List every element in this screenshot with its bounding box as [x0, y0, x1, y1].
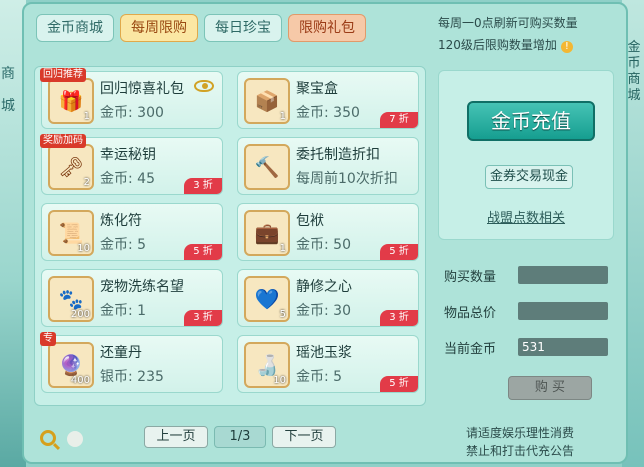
- heart-gem-icon: 💙 5: [244, 276, 290, 322]
- gift-box-icon: 🎁 1: [48, 78, 94, 124]
- next-page-button[interactable]: 下一页: [272, 426, 336, 448]
- discount-badge: 3 折: [380, 310, 418, 326]
- buy-button[interactable]: 购 买: [508, 376, 592, 400]
- tab-gold-mall[interactable]: 金币商城: [36, 14, 114, 42]
- item-name: 包袱: [296, 213, 324, 229]
- item-card[interactable]: 💙 5 静修之心 金币: 30 3 折: [237, 269, 419, 327]
- item-card[interactable]: 🍶 10 瑶池玉浆 金币: 5 5 折: [237, 335, 419, 393]
- item-qty: 200: [70, 309, 90, 320]
- item-card[interactable]: 📜 10 炼化符 金币: 5 5 折: [41, 203, 223, 261]
- discount-badge: 5 折: [184, 244, 222, 260]
- item-card[interactable]: 🔮 400 专 还童丹 银币: 235: [40, 332, 223, 393]
- preview-eye-icon[interactable]: [194, 80, 214, 92]
- item-name: 瑶池玉浆: [296, 345, 352, 361]
- prev-page-button[interactable]: 上一页: [144, 426, 208, 448]
- current-gold-field: 531: [518, 338, 608, 356]
- item-price: 金币: 5: [296, 369, 343, 385]
- item-price: 银币: 235: [100, 369, 164, 385]
- item-qty: 1: [279, 243, 286, 254]
- search-icon[interactable]: [40, 430, 56, 446]
- right-side-text: 金 币 商 城: [627, 40, 641, 103]
- footer-notes: 请适度娱乐理性消费 禁止和打击代充公告: [466, 424, 574, 460]
- item-grid: 🎁 1 回归推荐 回归惊喜礼包 金币: 300 📦 1 聚宝盒 金币: 350 7 …: [34, 66, 426, 406]
- discount-badge: 3 折: [184, 178, 222, 194]
- right-panel: 每周一0点刷新可购买数量 120级后限购数量增加! 金币充值 金券交易现金 战盟…: [438, 12, 626, 462]
- tab-daily-treasure[interactable]: 每日珍宝: [204, 14, 282, 42]
- item-name: 炼化符: [100, 213, 142, 229]
- shop-tabs: 金币商城 每周限购 每日珍宝 限购礼包: [36, 14, 366, 42]
- item-name: 宠物洗练名望: [100, 279, 184, 295]
- discount-badge: 5 折: [380, 376, 418, 392]
- item-price: 金币: 50: [296, 237, 351, 253]
- qty-label: 购买数量: [444, 270, 497, 285]
- item-tag: 奖励加码: [40, 134, 86, 148]
- item-name: 委托制造折扣: [296, 147, 380, 163]
- item-card[interactable]: 🔨 委托制造折扣 每周前10次折扣: [237, 137, 419, 195]
- level-note: 120级后限购数量增加!: [438, 34, 626, 56]
- item-name: 静修之心: [296, 279, 352, 295]
- clear-icon[interactable]: [67, 431, 83, 447]
- item-price: 金币: 30: [296, 303, 351, 319]
- item-name: 还童丹: [100, 345, 142, 361]
- level-note-text: 120级后限购数量增加: [438, 38, 557, 52]
- talisman-icon: 📜 10: [48, 210, 94, 256]
- item-price: 金币: 45: [100, 171, 155, 187]
- total-row: 物品总价: [444, 302, 614, 322]
- total-label: 物品总价: [444, 306, 497, 321]
- item-name: 回归惊喜礼包: [100, 81, 184, 97]
- discount-badge: 3 折: [184, 310, 222, 326]
- item-tag: 专: [40, 332, 56, 346]
- recharge-area: 金币充值 金券交易现金 战盟点数相关: [438, 70, 614, 240]
- item-tag: 回归推荐: [40, 68, 86, 82]
- exchange-button[interactable]: 金券交易现金: [485, 165, 573, 189]
- item-card[interactable]: 🎁 1 回归推荐 回归惊喜礼包 金币: 300: [40, 68, 223, 129]
- qty-field[interactable]: [518, 266, 608, 284]
- current-gold-row: 当前金币 531: [444, 338, 614, 358]
- item-price: 金币: 350: [296, 105, 360, 121]
- anti-proxy-link[interactable]: 禁止和打击代充公告: [466, 442, 574, 460]
- item-qty: 10: [77, 243, 90, 254]
- current-gold-label: 当前金币: [444, 342, 497, 357]
- pill-icon: 🔮 400: [48, 342, 94, 388]
- item-name: 聚宝盒: [296, 81, 338, 97]
- paw-scroll-icon: 🐾 200: [48, 276, 94, 322]
- tab-weekly-limited[interactable]: 每周限购: [120, 14, 198, 42]
- pagination: 上一页 1/3 下一页: [144, 426, 336, 448]
- item-qty: 400: [70, 375, 90, 386]
- moderation-note: 请适度娱乐理性消费: [466, 426, 575, 440]
- discount-badge: 7 折: [380, 112, 418, 128]
- total-field: [518, 302, 608, 320]
- recharge-button[interactable]: 金币充值: [467, 101, 595, 141]
- key-icon: 🗝 2: [48, 144, 94, 190]
- item-name: 幸运秘钥: [100, 147, 156, 163]
- qty-row: 购买数量: [444, 266, 614, 286]
- bag-icon: 💼 1: [244, 210, 290, 256]
- shop-panel: 金币商城 每周限购 每日珍宝 限购礼包 🎁 1 回归推荐 回归惊喜礼包 金币: 3…: [22, 2, 628, 464]
- info-icon[interactable]: !: [560, 41, 573, 53]
- tab-limited-pack[interactable]: 限购礼包: [288, 14, 366, 42]
- item-price: 金币: 5: [100, 237, 147, 253]
- item-card[interactable]: 💼 1 包袱 金币: 50 5 折: [237, 203, 419, 261]
- hammer-icon: 🔨: [244, 144, 290, 190]
- item-qty: 10: [273, 375, 286, 386]
- left-side-text: 商 城: [1, 66, 15, 114]
- guild-points-link[interactable]: 战盟点数相关: [487, 207, 565, 226]
- item-qty: 1: [279, 111, 286, 122]
- item-qty: 1: [83, 111, 90, 122]
- item-qty: 5: [279, 309, 286, 320]
- refresh-note: 每周一0点刷新可购买数量: [438, 16, 578, 30]
- jade-potion-icon: 🍶 10: [244, 342, 290, 388]
- discount-badge: 5 折: [380, 244, 418, 260]
- item-price: 每周前10次折扣: [296, 171, 398, 187]
- treasure-box-icon: 📦 1: [244, 78, 290, 124]
- item-qty: 2: [83, 177, 90, 188]
- item-card[interactable]: 🐾 200 宠物洗练名望 金币: 1 3 折: [41, 269, 223, 327]
- item-price: 金币: 300: [100, 105, 164, 121]
- item-card[interactable]: 🗝 2 奖励加码 幸运秘钥 金币: 45 3 折: [40, 134, 223, 195]
- page-indicator: 1/3: [214, 426, 266, 448]
- item-card[interactable]: 📦 1 聚宝盒 金币: 350 7 折: [237, 71, 419, 129]
- item-price: 金币: 1: [100, 303, 147, 319]
